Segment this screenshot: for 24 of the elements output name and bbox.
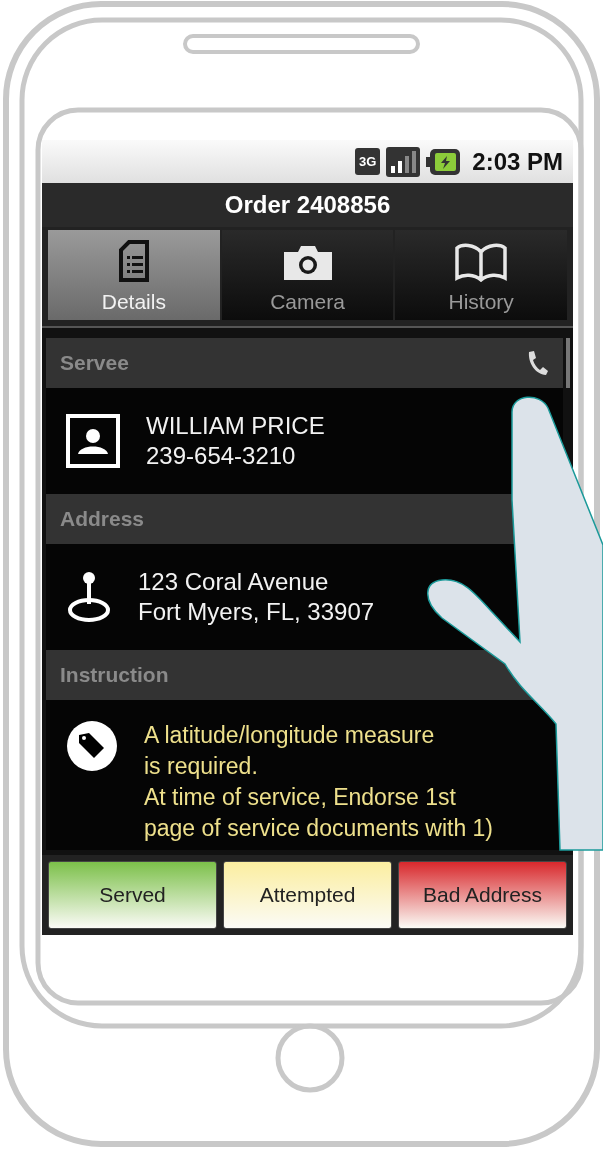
scrollbar	[566, 338, 570, 388]
location-pin-icon	[66, 570, 112, 624]
signal-icon	[386, 146, 421, 177]
document-icon	[118, 240, 149, 282]
detail-text: 123 Coral Avenue Fort Myers, FL, 33907	[138, 567, 375, 627]
tag-icon	[66, 720, 118, 772]
detail-text: A latitude/longitude measure is required. At time of service, Endorse 1st page of service documents with 1)	[144, 721, 493, 843]
book-icon	[454, 242, 509, 282]
battery-icon	[426, 148, 461, 175]
tab[interactable]: Camera	[221, 230, 394, 320]
section-title: Address	[60, 507, 145, 531]
tab[interactable]: History	[395, 230, 567, 320]
status-button[interactable]: Bad Address	[398, 861, 567, 929]
status-button[interactable]: Attempted	[223, 861, 392, 929]
section-title: Instruction	[60, 663, 169, 687]
camera-icon	[281, 244, 334, 282]
screen-title: Order 2408856	[224, 191, 391, 219]
clock-time: 2:03 PM	[472, 147, 563, 176]
section-title: Servee	[60, 351, 129, 375]
status-button[interactable]: Served	[48, 861, 217, 929]
tab[interactable]: Details	[48, 230, 220, 320]
network-indicator: 3G	[354, 148, 381, 175]
contact-card-icon	[66, 414, 120, 468]
detail-text: WILLIAM PRICE 239-654-3210	[146, 411, 325, 471]
